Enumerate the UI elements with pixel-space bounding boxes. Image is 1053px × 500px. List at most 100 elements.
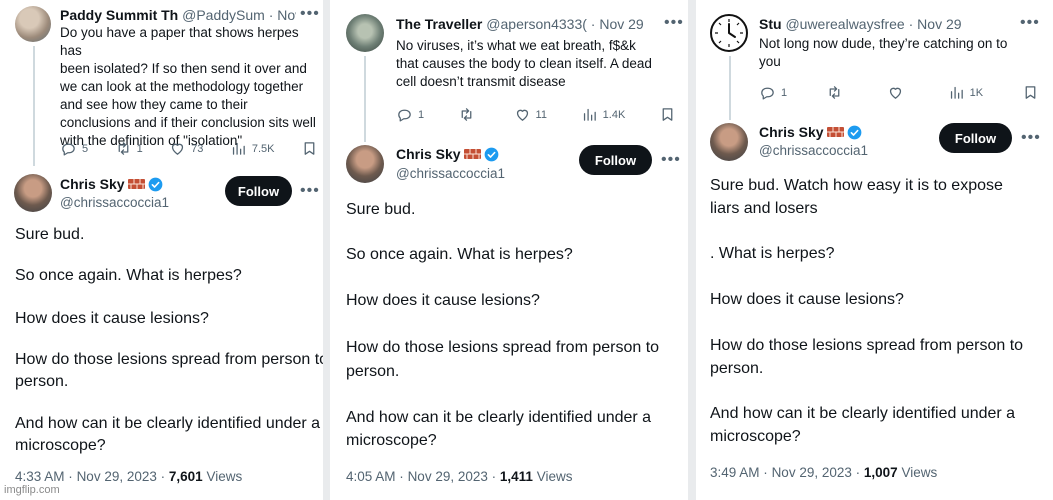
tweet-body-line: How does it cause lesions? bbox=[346, 292, 540, 309]
separator-dot: · bbox=[763, 465, 768, 480]
tweet-body-line: How does it cause lesions? bbox=[710, 291, 904, 308]
text-line: Not long now dude, they’re catching on t… bbox=[759, 36, 1008, 51]
tweet-date[interactable]: Nov 29, 2023 bbox=[77, 469, 157, 484]
avatar[interactable] bbox=[14, 174, 52, 212]
author-name[interactable]: Chris Sky bbox=[60, 176, 163, 192]
author-handle[interactable]: @chrissaccoccia1 bbox=[396, 166, 505, 181]
avatar[interactable] bbox=[346, 145, 384, 183]
views-button[interactable]: 7.5K bbox=[230, 140, 275, 157]
parent-author-handle[interactable]: @uwerealwaysfree bbox=[785, 16, 904, 32]
text-line: been isolated? If so then send it over a… bbox=[60, 61, 307, 76]
avatar[interactable] bbox=[710, 14, 748, 52]
more-icon[interactable]: ••• bbox=[661, 152, 681, 168]
retweet-button[interactable] bbox=[826, 84, 848, 101]
author-name-text: Chris Sky bbox=[759, 124, 824, 140]
retweet-button[interactable] bbox=[458, 106, 480, 123]
tweet-actions: 1 1K bbox=[759, 84, 1039, 101]
views-count: 1.4K bbox=[602, 108, 626, 121]
reply-button[interactable]: 1 bbox=[396, 106, 424, 123]
reply-count: 1 bbox=[418, 108, 425, 121]
views-label: Views bbox=[901, 465, 938, 480]
views-button[interactable]: 1K bbox=[948, 84, 983, 101]
tweet-time[interactable]: 3:49 AM bbox=[710, 465, 760, 480]
more-icon[interactable]: ••• bbox=[300, 6, 320, 22]
tweet-actions: 5 1 73 7.5K bbox=[60, 140, 318, 157]
separator-dot: · bbox=[399, 469, 404, 484]
thread-line bbox=[729, 56, 731, 120]
tweet-body-line: Sure bud. Watch how easy it is to expose bbox=[710, 177, 1003, 194]
tweet-body-line: Sure bud. bbox=[346, 201, 416, 218]
avatar[interactable] bbox=[15, 6, 51, 42]
reply-icon bbox=[62, 143, 75, 156]
parent-author-handle[interactable]: @PaddySum bbox=[182, 7, 265, 23]
views-icon bbox=[950, 86, 963, 99]
tweet-body-line: person. bbox=[15, 373, 69, 390]
parent-tweet-date[interactable]: Nov 29 bbox=[599, 16, 643, 32]
retweet-icon bbox=[829, 86, 840, 99]
more-icon[interactable]: ••• bbox=[1021, 130, 1041, 146]
view-count: 7,601 bbox=[168, 469, 203, 484]
reply-icon bbox=[398, 109, 411, 122]
like-button[interactable]: 11 bbox=[514, 106, 547, 123]
author-handle[interactable]: @chrissaccoccia1 bbox=[60, 195, 169, 210]
like-button[interactable]: 73 bbox=[169, 140, 203, 157]
tweet-body-line: person. bbox=[710, 360, 764, 377]
text-line: conclusions and if their conclusion sits… bbox=[60, 115, 316, 130]
parent-author-name[interactable]: The Traveller bbox=[396, 16, 482, 32]
tweet-body-line: And how can it be clearly identified und… bbox=[15, 415, 321, 432]
author-handle[interactable]: @chrissaccoccia1 bbox=[759, 143, 868, 158]
avatar[interactable] bbox=[710, 123, 748, 161]
author-name[interactable]: Chris Sky bbox=[396, 146, 499, 162]
parent-author-handle[interactable]: @aperson4333( bbox=[486, 16, 587, 32]
parent-tweet-date[interactable]: Nov 29 bbox=[277, 7, 296, 23]
separator-dot: · bbox=[855, 465, 861, 480]
tweet-date[interactable]: Nov 29, 2023 bbox=[772, 465, 852, 480]
bookmark-button[interactable] bbox=[659, 106, 676, 123]
tweet-body-line: How does it cause lesions? bbox=[15, 310, 209, 327]
reply-button[interactable]: 5 bbox=[60, 140, 88, 157]
tweet-panel-3: Stu @uwerealwaysfree · Nov 29 ••• Not lo… bbox=[696, 0, 1053, 500]
tweet-body-line: liars and losers bbox=[710, 200, 818, 217]
parent-tweet-header: Paddy Summit Th @PaddySum · Nov 29 bbox=[60, 6, 296, 24]
tweet-actions: 1 11 1.4K bbox=[396, 106, 676, 123]
retweet-button[interactable]: 1 bbox=[115, 140, 143, 157]
avatar[interactable] bbox=[346, 14, 384, 52]
bricks-icon bbox=[826, 127, 844, 137]
bookmark-button[interactable] bbox=[1022, 84, 1039, 101]
parent-author-name[interactable]: Stu bbox=[759, 16, 782, 32]
tweet-meta: 3:49 AM · Nov 29, 2023 · 1,007 Views bbox=[710, 465, 937, 480]
tweet-time[interactable]: 4:05 AM bbox=[346, 469, 396, 484]
tweet-body-line: How do those lesions spread from person … bbox=[15, 351, 323, 368]
parent-author-name[interactable]: Paddy Summit Th bbox=[60, 7, 178, 23]
parent-tweet-text: No viruses, it’s what we eat breath, f$&… bbox=[396, 37, 686, 91]
reply-button[interactable]: 1 bbox=[759, 84, 787, 101]
view-count: 1,007 bbox=[863, 465, 898, 480]
separator-dot: · bbox=[68, 469, 73, 484]
parent-tweet-date[interactable]: Nov 29 bbox=[917, 16, 961, 32]
views-button[interactable]: 1.4K bbox=[581, 106, 626, 123]
follow-button[interactable]: Follow bbox=[939, 123, 1012, 153]
tweet-date[interactable]: Nov 29, 2023 bbox=[408, 469, 488, 484]
separator-dot: · bbox=[160, 469, 166, 484]
follow-button[interactable]: Follow bbox=[225, 176, 292, 206]
reply-count: 1 bbox=[781, 86, 788, 99]
tweet-time[interactable]: 4:33 AM bbox=[15, 469, 65, 484]
tweet-meta: 4:05 AM · Nov 29, 2023 · 1,411 Views bbox=[346, 469, 573, 484]
tweet-body-line: Sure bud. bbox=[15, 226, 85, 243]
separator-dot: · bbox=[590, 16, 596, 32]
bookmark-button[interactable] bbox=[301, 140, 318, 157]
reply-icon bbox=[761, 87, 774, 100]
like-button[interactable] bbox=[887, 84, 909, 101]
like-icon bbox=[172, 143, 184, 155]
text-line: that causes the body to clean itself. A … bbox=[396, 56, 652, 71]
author-name-text: Chris Sky bbox=[60, 176, 125, 192]
more-icon[interactable]: ••• bbox=[664, 15, 684, 31]
more-icon[interactable]: ••• bbox=[300, 183, 320, 199]
parent-tweet-text: Do you have a paper that shows herpes ha… bbox=[60, 24, 322, 150]
follow-button[interactable]: Follow bbox=[579, 145, 652, 175]
bricks-icon bbox=[463, 149, 481, 159]
text-line: Do you have a paper that shows herpes ha… bbox=[60, 25, 299, 58]
author-name[interactable]: Chris Sky bbox=[759, 124, 862, 140]
author-name-text: Chris Sky bbox=[396, 146, 461, 162]
more-icon[interactable]: ••• bbox=[1020, 15, 1040, 31]
